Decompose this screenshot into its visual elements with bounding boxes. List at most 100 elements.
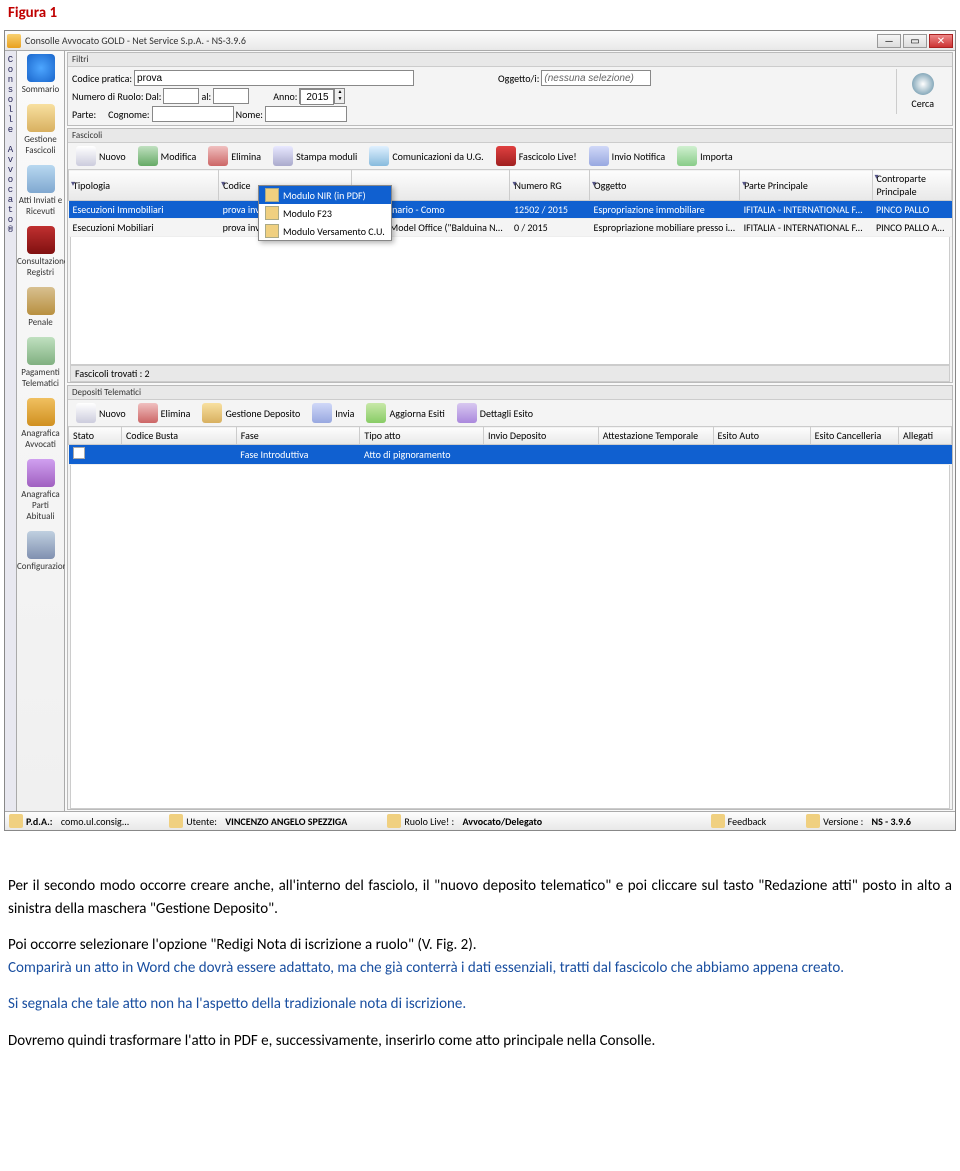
fascicoli-nuovo-button[interactable]: Nuovo [70,145,132,167]
menu-modulo-versamento[interactable]: Modulo Versamento C.U. [259,222,391,240]
menu-modulo-nir[interactable]: Modulo NIR (in PDF) [259,186,391,204]
fascicoli-trovati: Fascicoli trovati : 2 [70,365,950,382]
close-button[interactable]: ✕ [929,34,953,48]
fascicoli-importa-button[interactable]: Importa [671,145,739,167]
spin-down-icon[interactable]: ▼ [334,96,344,103]
sort-icon: ▾ [592,179,596,189]
depositi-dettagli-button[interactable]: Dettagli Esito [451,402,539,424]
col-controparte[interactable]: ▾Controparte Principale [872,170,952,201]
people-icon [27,398,55,426]
al-input[interactable] [213,88,249,104]
role-icon [387,814,401,828]
dcol-invio[interactable]: Invio Deposito [483,427,598,445]
cognome-input[interactable] [152,106,234,122]
dcol-busta[interactable]: Codice Busta [121,427,236,445]
fascicoli-toolbar: Nuovo Modifica Elimina Stampa moduli Com… [68,143,952,169]
parte-label: Parte: [72,108,96,121]
new-icon [76,403,96,423]
dcol-fase[interactable]: Fase [236,427,360,445]
maximize-button[interactable]: ▭ [903,34,927,48]
info-icon [806,814,820,828]
table-row[interactable]: Esecuzioni Mobiliariprova invio titoli R… [69,219,952,237]
info-icon [27,54,55,82]
nav-configurazione[interactable]: Configurazione [17,528,64,578]
manage-icon [202,403,222,423]
refresh-icon [366,403,386,423]
dcol-tipo[interactable]: Tipo atto [360,427,484,445]
dcol-stato[interactable]: Stato [69,427,122,445]
dcol-allegati[interactable]: Allegati [898,427,951,445]
minimize-button[interactable]: — [877,34,901,48]
import-icon [677,146,697,166]
document-body: Per il secondo modo occorre creare anche… [0,835,960,1074]
nav-atti-inviati[interactable]: Atti Inviati e Ricevuti [17,162,64,223]
nome-input[interactable] [265,106,347,122]
gavel-icon [27,287,55,315]
col-oggetto[interactable]: ▾Oggetto [589,170,739,201]
nav-gestione-fascicoli[interactable]: Gestione Fascicoli [17,101,64,162]
fascicoli-live-button[interactable]: Fascicolo Live! [490,145,583,167]
cerca-button[interactable]: Cerca [896,69,948,114]
app-window: Consolle Avvocato GOLD - Net Service S.p… [4,30,956,831]
nav-anagrafica-parti[interactable]: Anagrafica Parti Abituali [17,456,64,528]
anno-input[interactable] [300,89,334,105]
table-row[interactable]: Fase Introduttiva Atto di pignoramento [69,445,952,465]
people2-icon [27,459,55,487]
oggetto-label: Oggetto/i: [498,72,539,85]
col-tipologia[interactable]: ▾Tipologia [69,170,219,201]
codice-label: Codice pratica: [72,72,132,85]
codice-input[interactable] [134,70,414,86]
fascicoli-comunicazioni-button[interactable]: Comunicazioni da U.G. [363,145,489,167]
fascicoli-elimina-button[interactable]: Elimina [202,145,267,167]
payment-icon [27,337,55,365]
fascicoli-stampa-button[interactable]: Stampa moduli [267,145,363,167]
col-numero-rg[interactable]: ▾Numero RG [510,170,589,201]
nav-sommario[interactable]: Sommario [17,51,64,101]
print-icon [273,146,293,166]
filtri-box: Filtri Codice pratica: Oggetto/i: Numero… [67,52,953,126]
nav-pagamenti[interactable]: Pagamenti Telematici [17,334,64,395]
depositi-gestione-button[interactable]: Gestione Deposito [196,402,306,424]
dcol-attest[interactable]: Attestazione Temporale [598,427,713,445]
folder-icon [27,104,55,132]
send-icon [589,146,609,166]
sort-icon: ▾ [875,172,879,182]
depositi-invia-button[interactable]: Invia [306,402,360,424]
form-icon [265,206,279,220]
statusbar: P.d.A.: como.ul.consig... Utente: VINCEN… [5,811,955,830]
live-badge-icon [496,146,516,166]
fascicoli-table[interactable]: ▾Tipologia ▾Codice ▾Numero RG ▾Oggetto ▾… [68,169,952,237]
nav-consultazione[interactable]: Consultazione Registri [17,223,64,284]
depositi-elimina-button[interactable]: Elimina [132,402,197,424]
footer-ruolo: Ruolo Live! : Avvocato/Delegato [387,814,542,828]
fascicoli-modifica-button[interactable]: Modifica [132,145,203,167]
nav-anagrafica-avv[interactable]: Anagrafica Avvocati [17,395,64,456]
nav-penale[interactable]: Penale [17,284,64,334]
status-icon [73,447,85,459]
delete-icon [138,403,158,423]
left-nav: Sommario Gestione Fascicoli Atti Inviati… [17,51,65,811]
depositi-table[interactable]: Stato Codice Busta Fase Tipo atto Invio … [68,426,952,465]
col-parte[interactable]: ▾Parte Principale [740,170,872,201]
dcol-esito-canc[interactable]: Esito Cancelleria [810,427,898,445]
spin-up-icon[interactable]: ▲ [334,89,344,96]
depositi-title: Depositi Telematici [68,386,952,400]
depositi-box: Depositi Telematici Nuovo Elimina Gestio… [67,385,953,810]
footer-feedback[interactable]: Feedback [711,814,766,828]
paragraph: Per il secondo modo occorre creare anche… [8,875,952,920]
depositi-nuovo-button[interactable]: Nuovo [70,402,132,424]
details-icon [457,403,477,423]
dal-input[interactable] [163,88,199,104]
fascicoli-box: Fascicoli Nuovo Modifica Elimina Stampa … [67,128,953,383]
feedback-icon [711,814,725,828]
oggetto-input[interactable] [541,70,651,86]
sort-icon: ▾ [71,179,75,189]
fascicoli-invio-button[interactable]: Invio Notifica [583,145,671,167]
menu-modulo-f23[interactable]: Modulo F23 [259,204,391,222]
depositi-aggiorna-button[interactable]: Aggiorna Esiti [360,402,450,424]
anno-spinner[interactable]: ▲▼ [299,88,345,104]
table-row[interactable]: Esecuzioni Immobiliariprova invio titoli… [69,201,952,219]
stampa-moduli-menu[interactable]: Modulo NIR (in PDF) Modulo F23 Modulo Ve… [258,185,392,241]
dcol-esito-auto[interactable]: Esito Auto [713,427,810,445]
send-icon [312,403,332,423]
